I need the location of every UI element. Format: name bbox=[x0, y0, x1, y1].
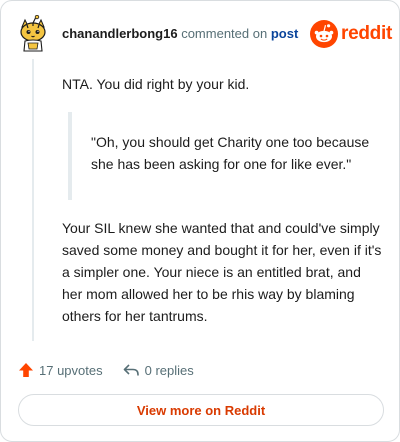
reddit-snoo-icon bbox=[310, 20, 338, 48]
username-link[interactable]: chanandlerbong16 bbox=[62, 26, 178, 41]
comment-paragraph-1: NTA. You did right by your kid. bbox=[62, 76, 250, 92]
comment-embed-card: chanandlerbong16 commented on post reddi… bbox=[0, 0, 400, 442]
blockquote-text: "Oh, you should get Charity one too beca… bbox=[91, 134, 370, 172]
reply-arrow-icon bbox=[123, 364, 139, 376]
blockquote-bar bbox=[68, 112, 72, 200]
replies-button[interactable]: 0 replies bbox=[123, 363, 194, 378]
post-link[interactable]: post bbox=[271, 26, 298, 41]
reddit-wordmark: reddit bbox=[341, 23, 392, 44]
comment-header: chanandlerbong16 commented on post bbox=[62, 26, 298, 41]
upvote-arrow-icon bbox=[19, 363, 33, 377]
thread-line bbox=[32, 59, 34, 341]
reddit-logo[interactable]: reddit bbox=[310, 20, 392, 48]
reply-count: 0 replies bbox=[144, 362, 194, 378]
upvote-count: 17 upvotes bbox=[39, 362, 103, 378]
comment-actions: 17 upvotes 0 replies bbox=[18, 360, 214, 380]
upvote-button[interactable]: 17 upvotes bbox=[18, 362, 103, 378]
comment-paragraph-2: Your SIL knew she wanted that and could'… bbox=[62, 220, 382, 324]
user-avatar[interactable] bbox=[18, 14, 48, 53]
commented-on-text: commented on bbox=[181, 26, 268, 41]
snoo-avatar-icon bbox=[20, 14, 46, 52]
view-more-on-reddit-button[interactable]: View more on Reddit bbox=[18, 394, 384, 426]
